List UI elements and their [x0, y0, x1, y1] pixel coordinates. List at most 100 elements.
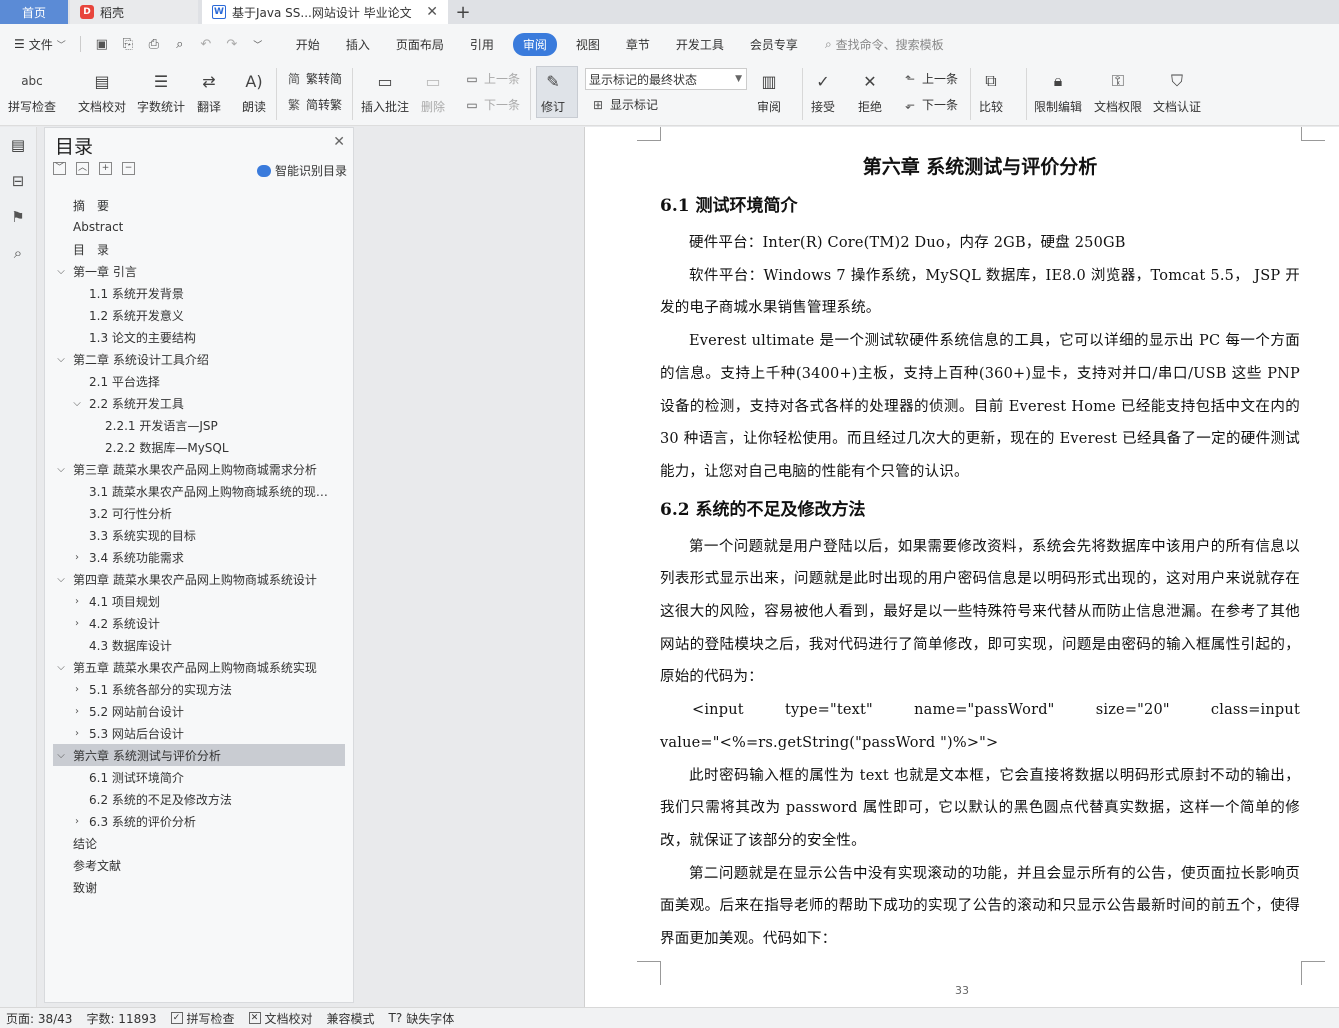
chevron-down-icon[interactable]: ⌵	[55, 464, 67, 475]
menu-tab[interactable]: 开发工具	[663, 33, 737, 56]
menu-tab[interactable]: 视图	[563, 33, 613, 56]
toc-item[interactable]: ⌵ 第一章 引言	[53, 260, 345, 282]
toc-item[interactable]: ⌵ 第三章 蔬菜水果农产品网上购物商城需求分析	[53, 458, 345, 480]
chevron-right-icon[interactable]: ›	[71, 816, 83, 827]
close-icon[interactable]: ✕	[333, 134, 345, 150]
new-tab-button[interactable]: +	[448, 0, 478, 24]
prev-change-button[interactable]: ⬑ 上一条	[902, 70, 958, 87]
toc-item[interactable]: 1.2 系统开发意义	[53, 304, 345, 326]
toc-item[interactable]: ⌵ 第四章 蔬菜水果农产品网上购物商城系统设计	[53, 568, 345, 590]
menu-tab[interactable]: 审阅	[512, 32, 557, 56]
search-icon[interactable]: ⌕	[8, 243, 28, 263]
translate-button[interactable]: ⇄ 翻译	[196, 68, 222, 115]
toc-item[interactable]: ⌵ 第六章 系统测试与评价分析	[53, 744, 345, 766]
save-icon[interactable]: ▣	[94, 36, 110, 52]
toc-panel-icon[interactable]: ▤	[8, 135, 28, 155]
chevron-right-icon[interactable]: ›	[71, 706, 83, 717]
toc-item[interactable]: 参考文献	[53, 854, 345, 876]
toc-item[interactable]: › 5.1 系统各部分的实现方法	[53, 678, 345, 700]
add-heading-icon[interactable]: +	[99, 162, 112, 175]
toc-item[interactable]: 摘 要	[53, 194, 345, 216]
expand-up-icon[interactable]: ︿	[76, 162, 89, 175]
chevron-right-icon[interactable]: ›	[71, 618, 83, 629]
menu-tab[interactable]: 会员专享	[737, 33, 811, 56]
toc-item[interactable]: › 3.4 系统功能需求	[53, 546, 345, 568]
toc-item[interactable]: 1.3 论文的主要结构	[53, 326, 345, 348]
file-menu[interactable]: ☰ 文件 ﹀	[10, 34, 70, 55]
spell-check-button[interactable]: abc 拼写检查	[8, 68, 56, 115]
read-aloud-button[interactable]: A) 朗读	[241, 68, 267, 115]
chevron-down-icon[interactable]: ⌵	[55, 750, 67, 761]
toc-item[interactable]: 目 录	[53, 238, 345, 260]
chevron-right-icon[interactable]: ›	[71, 596, 83, 607]
toc-item[interactable]: ⌵ 第五章 蔬菜水果农产品网上购物商城系统实现	[53, 656, 345, 678]
chevron-down-icon[interactable]: ⌵	[55, 266, 67, 277]
toc-item[interactable]: › 6.3 系统的评价分析	[53, 810, 345, 832]
toc-item[interactable]: 4.3 数据库设计	[53, 634, 345, 656]
smart-toc-button[interactable]: 智能识别目录	[256, 162, 347, 179]
proofread-status[interactable]: ✕ 文档校对	[248, 1010, 313, 1027]
delete-comment-button[interactable]: ▭ 删除	[420, 68, 446, 115]
command-search[interactable]: ⌕ 查找命令、搜索模板	[825, 36, 944, 53]
toc-item[interactable]: 致谢	[53, 876, 345, 898]
remove-heading-icon[interactable]: −	[122, 162, 135, 175]
undo-icon[interactable]: ↶	[198, 36, 214, 52]
toc-item[interactable]: 2.1 平台选择	[53, 370, 345, 392]
track-changes-label-group[interactable]: ✎ 修订	[540, 68, 566, 115]
show-markup-button[interactable]: ⊞ 显示标记	[590, 96, 658, 113]
compat-mode-status[interactable]: 兼容模式	[327, 1010, 375, 1027]
missing-font-status[interactable]: T? 缺失字体	[389, 1010, 455, 1027]
tab-daoke[interactable]: D 稻壳	[70, 0, 198, 24]
toc-item[interactable]: 6.2 系统的不足及修改方法	[53, 788, 345, 810]
compare-button[interactable]: ⧉ 比较	[978, 68, 1004, 115]
toc-item[interactable]: 3.2 可行性分析	[53, 502, 345, 524]
spell-check-status[interactable]: ✓ 拼写检查	[170, 1010, 235, 1027]
bookmark-icon[interactable]: ⚑	[8, 207, 28, 227]
chevron-right-icon[interactable]: ›	[71, 728, 83, 739]
chevron-right-icon[interactable]: ›	[71, 552, 83, 563]
print-icon[interactable]: ⎙	[146, 36, 162, 52]
reject-button[interactable]: ✕ 拒绝	[857, 68, 883, 115]
menu-tab[interactable]: 插入	[333, 33, 383, 56]
word-count-indicator[interactable]: 字数: 11893	[86, 1010, 156, 1027]
insert-comment-button[interactable]: ▭ 插入批注	[361, 68, 409, 115]
tab-document[interactable]: W 基于Java SS...网站设计 毕业论文 ✕	[202, 0, 448, 24]
proofread-button[interactable]: ▤ 文档校对	[78, 68, 126, 115]
review-pane-button[interactable]: ▥ 审阅	[756, 68, 782, 115]
toc-item[interactable]: 3.3 系统实现的目标	[53, 524, 345, 546]
next-comment-button[interactable]: ▭ 下一条	[464, 96, 520, 113]
menu-tab[interactable]: 章节	[613, 33, 663, 56]
next-change-button[interactable]: ⬐ 下一条	[902, 96, 958, 113]
chevron-down-icon[interactable]: ⌵	[71, 398, 83, 409]
toc-item[interactable]: › 4.2 系统设计	[53, 612, 345, 634]
chevron-down-icon[interactable]: ﹀	[250, 36, 266, 52]
doc-permission-button[interactable]: ⚿ 文档权限	[1094, 68, 1142, 115]
toc-item[interactable]: 6.1 测试环境简介	[53, 766, 345, 788]
menu-tab[interactable]: 开始	[283, 33, 333, 56]
redo-icon[interactable]: ↷	[224, 36, 240, 52]
markup-state-select[interactable]: 显示标记的最终状态 ▼	[585, 68, 747, 90]
chevron-down-icon[interactable]: ⌵	[55, 354, 67, 365]
tab-home[interactable]: 首页	[0, 0, 68, 24]
doc-certify-button[interactable]: ⛉ 文档认证	[1153, 68, 1201, 115]
navigation-icon[interactable]: ⊟	[8, 171, 28, 191]
close-icon[interactable]: ✕	[426, 4, 438, 20]
export-icon[interactable]: ⎘	[120, 36, 136, 52]
print-preview-icon[interactable]: ⌕	[172, 36, 188, 52]
restrict-editing-button[interactable]: 🔒︎ 限制编辑	[1034, 68, 1082, 115]
toc-item[interactable]: ⌵ 第二章 系统设计工具介绍	[53, 348, 345, 370]
menu-tab[interactable]: 页面布局	[383, 33, 457, 56]
toc-item[interactable]: 2.2.1 开发语言—JSP	[53, 414, 345, 436]
chevron-right-icon[interactable]: ›	[71, 684, 83, 695]
page-indicator[interactable]: 页面: 38/43	[6, 1010, 72, 1027]
accept-button[interactable]: ✓ 接受	[810, 68, 836, 115]
toc-item[interactable]: ⌵ 2.2 系统开发工具	[53, 392, 345, 414]
trad-to-simp-button[interactable]: 简 繁转简	[286, 70, 342, 87]
toc-item[interactable]: 3.1 蔬菜水果农产品网上购物商城系统的现状分析	[53, 480, 345, 502]
menu-tab[interactable]: 引用	[457, 33, 507, 56]
toc-item[interactable]: › 5.3 网站后台设计	[53, 722, 345, 744]
collapse-all-icon[interactable]: ﹀	[53, 162, 66, 175]
toc-item[interactable]: 1.1 系统开发背景	[53, 282, 345, 304]
prev-comment-button[interactable]: ▭ 上一条	[464, 70, 520, 87]
toc-item[interactable]: 2.2.2 数据库—MySQL	[53, 436, 345, 458]
